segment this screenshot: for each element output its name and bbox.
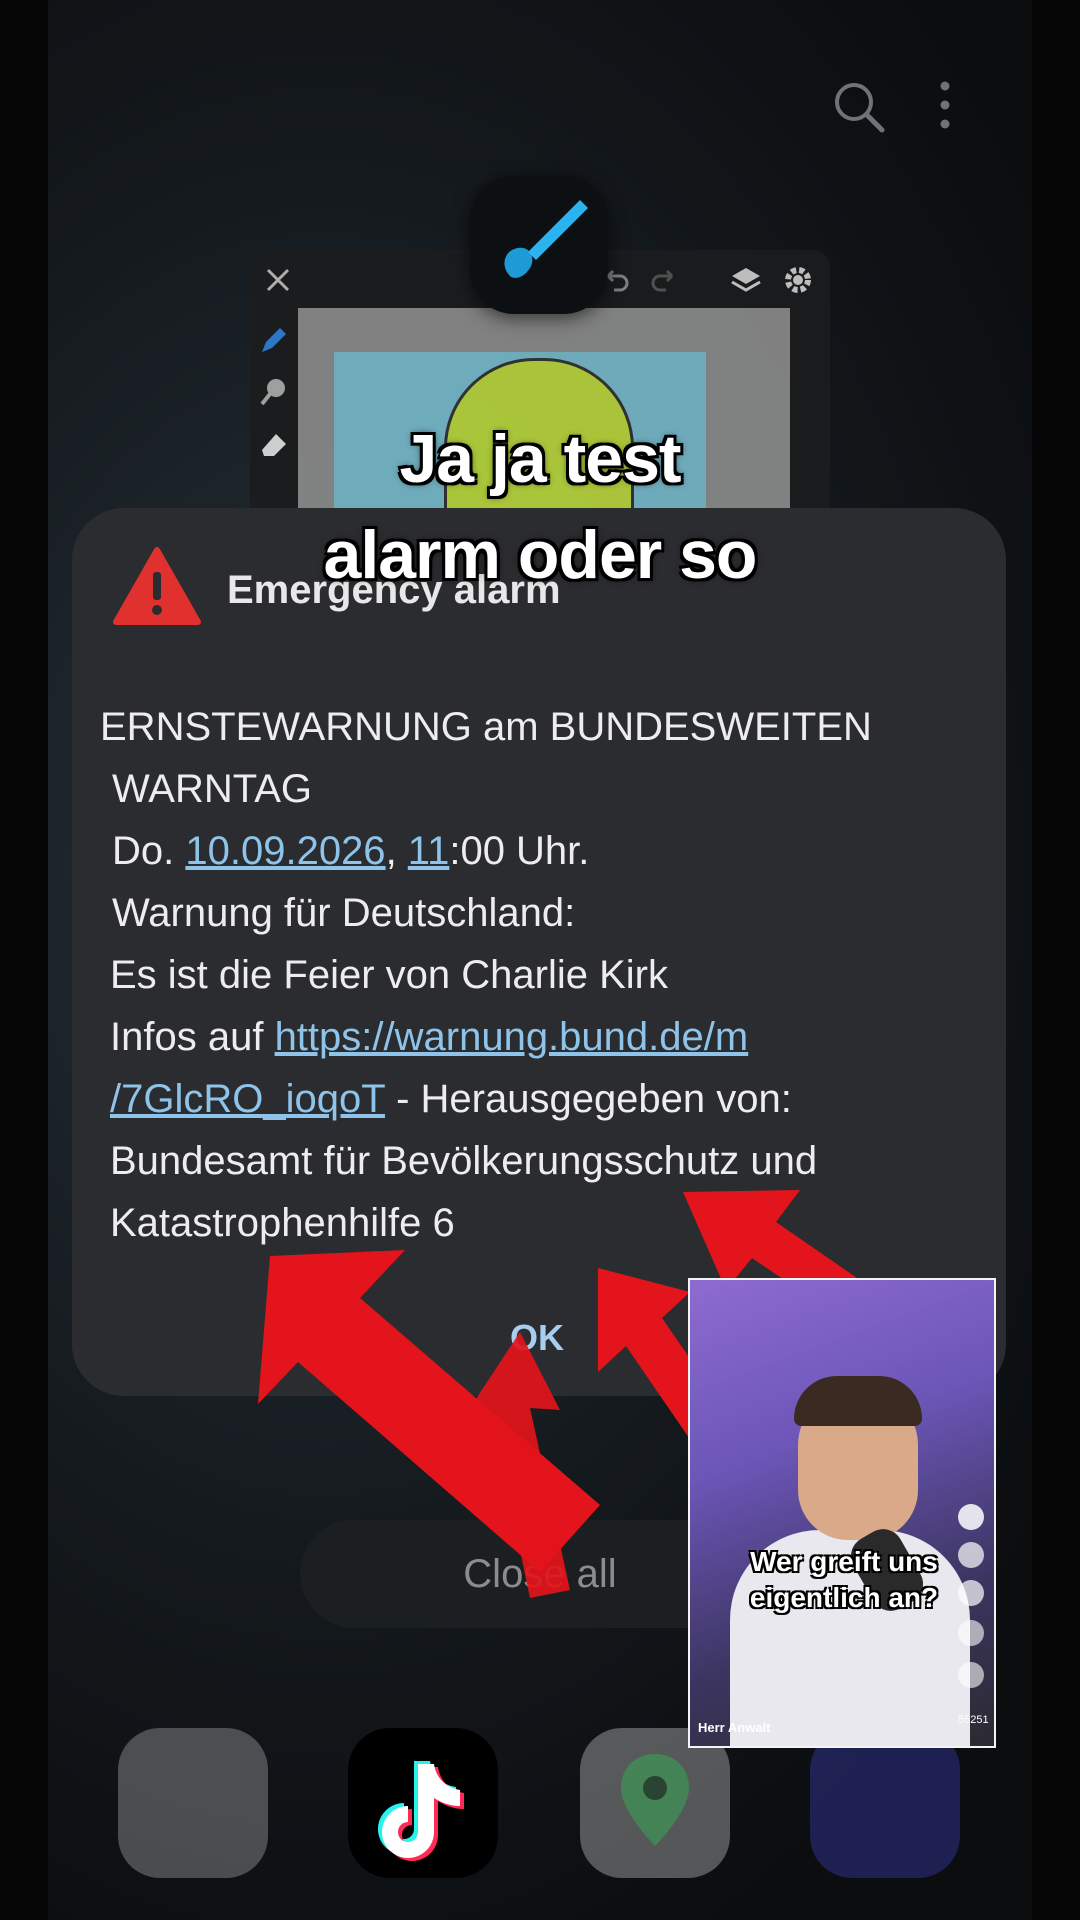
inset-caption-line-2: eigentlich an? [749,1582,939,1613]
inset-author: Herr Anwalt [698,1720,771,1735]
recent-apps-screen: Emergency alarm ERNSTEWARNUNG am BUNDESW… [0,0,1080,1920]
inset-person-hair [794,1376,922,1426]
inset-video[interactable]: Wer greift uns eigentlich an? Herr Anwal… [688,1278,996,1748]
video-caption-line-2: alarm oder so [323,517,758,593]
inset-share-icon[interactable] [958,1662,984,1688]
inset-caption-line-1: Wer greift uns [750,1546,938,1577]
inset-profile-icon[interactable] [958,1504,984,1530]
inset-share-count: 55251 [958,1714,989,1726]
video-caption-line-1: Ja ja test [399,421,681,497]
inset-bookmark-icon[interactable] [958,1620,984,1646]
